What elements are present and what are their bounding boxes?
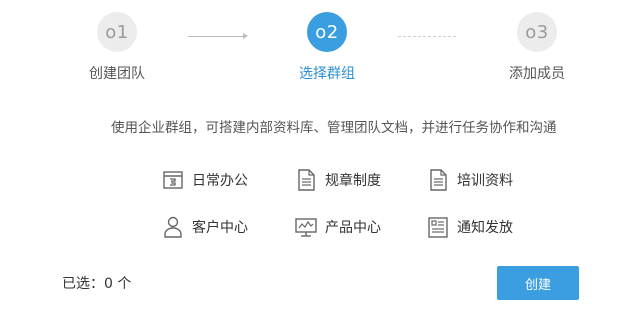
group-option-product-center[interactable]: 产品中心 <box>295 214 381 240</box>
group-option-label: 日常办公 <box>192 173 248 189</box>
group-option-customer-center[interactable]: 客户中心 <box>162 214 248 240</box>
notice-icon <box>427 215 449 239</box>
group-option-regulations[interactable]: 规章制度 <box>295 167 381 193</box>
person-icon <box>162 215 184 239</box>
step-3-label: 添加成员 <box>509 66 565 82</box>
group-option-label: 产品中心 <box>325 220 381 236</box>
step-2-label: 选择群组 <box>299 66 355 82</box>
group-option-daily-office[interactable]: 日常办公 <box>162 167 248 193</box>
group-option-notice[interactable]: 通知发放 <box>427 214 513 240</box>
document-icon <box>427 168 449 192</box>
group-option-label: 通知发放 <box>457 220 513 236</box>
monitor-icon <box>295 215 317 239</box>
step-3-circle: o3 <box>517 12 557 52</box>
step-1-circle: o1 <box>97 12 137 52</box>
document-icon <box>295 168 317 192</box>
step-connector-2 <box>398 36 456 37</box>
step-2-circle: o2 <box>307 12 347 52</box>
group-option-label: 培训资料 <box>457 173 513 189</box>
group-option-label: 客户中心 <box>192 220 248 236</box>
create-button[interactable]: 创建 <box>497 266 579 300</box>
group-option-label: 规章制度 <box>325 173 381 189</box>
selected-count: 已选：0 个 <box>62 276 132 292</box>
calendar-icon <box>162 168 184 192</box>
group-description: 使用企业群组，可搭建内部资料库、管理团队文档，并进行任务协作和沟通 <box>111 120 557 136</box>
step-connector-1 <box>188 36 244 37</box>
group-option-training[interactable]: 培训资料 <box>427 167 513 193</box>
step-1-label: 创建团队 <box>89 66 145 82</box>
connector-arrow-icon <box>243 33 248 39</box>
